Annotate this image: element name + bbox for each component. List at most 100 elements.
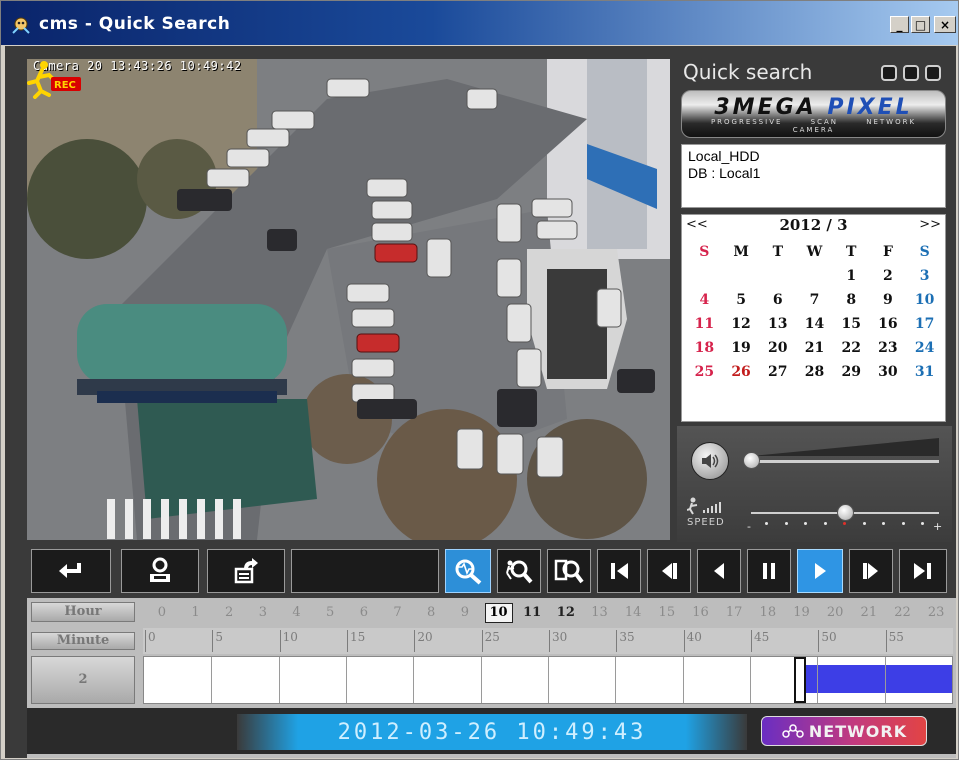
calendar-day[interactable]: 1 bbox=[833, 267, 870, 285]
calendar-day[interactable]: 25 bbox=[686, 363, 723, 381]
hour-8[interactable]: 8 bbox=[417, 605, 445, 620]
camera-video-view[interactable]: Camera 20 13:43:26 10:49:42 REC bbox=[27, 59, 670, 540]
calendar-day[interactable]: 6 bbox=[759, 291, 796, 309]
step-forward-button[interactable] bbox=[849, 549, 893, 593]
layout-quad-icon[interactable] bbox=[903, 65, 919, 81]
hour-17[interactable]: 17 bbox=[720, 605, 748, 620]
calendar-header: << 2012 / 3 >> bbox=[682, 215, 945, 237]
hour-1[interactable]: 1 bbox=[182, 605, 210, 620]
hour-10[interactable]: 10 bbox=[484, 603, 513, 623]
hour-20[interactable]: 20 bbox=[821, 605, 849, 620]
minute-tick-40: 40 bbox=[683, 630, 702, 652]
minute-timeline-bar[interactable] bbox=[143, 656, 953, 704]
channel-slot-label[interactable]: 2 bbox=[31, 656, 135, 704]
reverse-play-button[interactable] bbox=[697, 549, 741, 593]
calendar-day[interactable]: 9 bbox=[870, 291, 907, 309]
calendar-day[interactable]: 3 bbox=[906, 267, 943, 285]
calendar-day[interactable]: 10 bbox=[906, 291, 943, 309]
minute-divider bbox=[548, 657, 549, 703]
return-arrow-icon bbox=[59, 563, 81, 578]
calendar-day[interactable]: 21 bbox=[796, 339, 833, 357]
network-button[interactable]: NETWORK bbox=[761, 716, 927, 746]
hour-2[interactable]: 2 bbox=[215, 605, 243, 620]
calendar-day[interactable]: 23 bbox=[870, 339, 907, 357]
weekday-thursday: T bbox=[845, 244, 857, 260]
event-search-button[interactable] bbox=[497, 549, 541, 593]
maximize-button[interactable]: □ bbox=[911, 16, 930, 33]
calendar-day[interactable]: 20 bbox=[759, 339, 796, 357]
skip-to-start-button[interactable] bbox=[597, 549, 641, 593]
volume-slider-track[interactable] bbox=[751, 460, 939, 463]
hour-6[interactable]: 6 bbox=[350, 605, 378, 620]
hour-0[interactable]: 0 bbox=[148, 605, 176, 620]
hour-13[interactable]: 13 bbox=[586, 605, 614, 620]
calendar-day[interactable]: 24 bbox=[906, 339, 943, 357]
close-button[interactable]: × bbox=[934, 16, 956, 33]
hour-9[interactable]: 9 bbox=[451, 605, 479, 620]
minute-tick-15: 15 bbox=[347, 630, 365, 652]
calendar-day[interactable]: 17 bbox=[906, 315, 943, 333]
minimize-button[interactable]: _ bbox=[890, 16, 909, 33]
calendar-day[interactable]: 29 bbox=[833, 363, 870, 381]
minute-tick-55: 55 bbox=[885, 630, 904, 652]
next-month-button[interactable]: >> bbox=[919, 217, 941, 232]
calendar-day[interactable]: 14 bbox=[796, 315, 833, 333]
layout-full-icon[interactable] bbox=[925, 65, 941, 81]
calendar-day[interactable]: 30 bbox=[870, 363, 907, 381]
hour-5[interactable]: 5 bbox=[316, 605, 344, 620]
hour-23[interactable]: 23 bbox=[922, 605, 950, 620]
weekday-tuesday: T bbox=[772, 244, 783, 260]
layout-single-icon[interactable] bbox=[881, 65, 897, 81]
play-button[interactable] bbox=[797, 549, 843, 593]
hour-19[interactable]: 19 bbox=[788, 605, 816, 620]
minute-divider bbox=[480, 657, 482, 703]
hour-18[interactable]: 18 bbox=[754, 605, 782, 620]
calendar-day[interactable]: 12 bbox=[723, 315, 760, 333]
calendar-day[interactable]: 31 bbox=[906, 363, 943, 381]
calendar-day[interactable]: 26 bbox=[723, 363, 760, 381]
calendar-day[interactable]: 2 bbox=[870, 267, 907, 285]
skip-to-end-button[interactable] bbox=[899, 549, 947, 593]
hour-21[interactable]: 21 bbox=[855, 605, 883, 620]
motion-search-button[interactable] bbox=[547, 549, 591, 593]
calendar-day[interactable]: 22 bbox=[833, 339, 870, 357]
hour-16[interactable]: 16 bbox=[687, 605, 715, 620]
calendar-day[interactable]: 16 bbox=[870, 315, 907, 333]
calendar-day[interactable]: 19 bbox=[723, 339, 760, 357]
return-button[interactable] bbox=[31, 549, 111, 593]
database-info-box[interactable]: Local_HDD DB : Local1 bbox=[681, 144, 946, 208]
quick-search-button[interactable] bbox=[445, 549, 491, 593]
export-person-icon bbox=[150, 557, 170, 582]
calendar-day[interactable]: 11 bbox=[686, 315, 723, 333]
speed-icon: SPEED bbox=[686, 497, 735, 531]
export-button[interactable] bbox=[121, 549, 199, 593]
hour-7[interactable]: 7 bbox=[384, 605, 412, 620]
hour-3[interactable]: 3 bbox=[249, 605, 277, 620]
hour-4[interactable]: 4 bbox=[283, 605, 311, 620]
hour-22[interactable]: 22 bbox=[889, 605, 917, 620]
hour-11[interactable]: 11 bbox=[518, 605, 546, 620]
calendar-day[interactable]: 7 bbox=[796, 291, 833, 309]
recorded-segment[interactable] bbox=[803, 665, 952, 693]
calendar-day[interactable]: 27 bbox=[759, 363, 796, 381]
hour-15[interactable]: 15 bbox=[653, 605, 681, 620]
calendar-day[interactable]: 13 bbox=[759, 315, 796, 333]
calendar-day[interactable]: 18 bbox=[686, 339, 723, 357]
hour-12[interactable]: 12 bbox=[552, 605, 580, 620]
calendar-day[interactable]: 15 bbox=[833, 315, 870, 333]
backup-button[interactable] bbox=[207, 549, 285, 593]
speaker-mute-button[interactable] bbox=[691, 442, 729, 480]
volume-slider-handle[interactable] bbox=[743, 452, 760, 469]
calendar-day[interactable]: 28 bbox=[796, 363, 833, 381]
pause-button[interactable] bbox=[747, 549, 791, 593]
step-backward-button[interactable] bbox=[647, 549, 691, 593]
playback-cursor[interactable] bbox=[793, 657, 806, 703]
weekday-sunday: S bbox=[699, 244, 710, 260]
calendar-day[interactable]: 8 bbox=[833, 291, 870, 309]
calendar-day[interactable]: 4 bbox=[686, 291, 723, 309]
calendar-day[interactable]: 5 bbox=[723, 291, 760, 309]
title-bar[interactable]: cms - Quick Search _ □ × bbox=[1, 1, 958, 45]
hour-14[interactable]: 14 bbox=[619, 605, 647, 620]
speed-tick bbox=[921, 522, 924, 525]
motion-search-icon bbox=[554, 559, 584, 584]
